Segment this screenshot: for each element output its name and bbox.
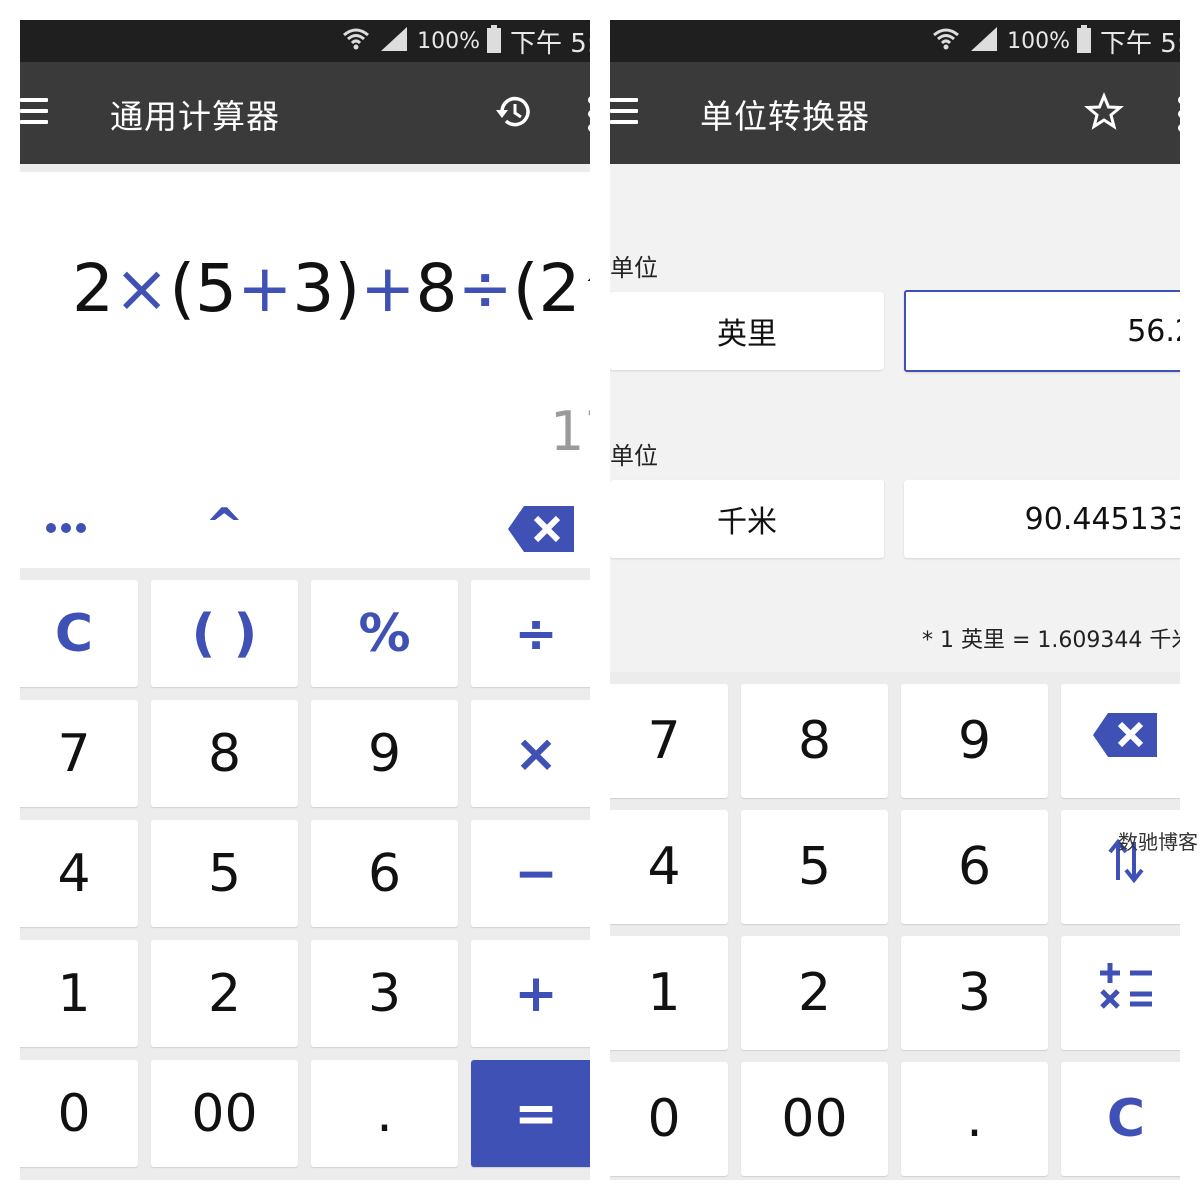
digit-4-key[interactable]: 4 bbox=[20, 820, 138, 927]
status-bar: 100% 下午 5: bbox=[20, 20, 590, 62]
app-title: 单位转换器 bbox=[700, 97, 870, 136]
digit-9-key[interactable]: 9 bbox=[901, 684, 1048, 798]
parentheses-key[interactable]: ( ) bbox=[151, 580, 298, 687]
app-toolbar: 通用计算器 bbox=[20, 62, 590, 164]
signal-icon bbox=[379, 25, 409, 57]
digit-5-key[interactable]: 5 bbox=[151, 820, 298, 927]
clock: 下午 5: bbox=[1100, 28, 1180, 59]
status-bar: 100% 下午 5: bbox=[610, 20, 1180, 62]
digit-7-key[interactable]: 7 bbox=[610, 684, 728, 798]
battery-icon bbox=[486, 25, 502, 57]
app-title: 通用计算器 bbox=[110, 97, 280, 136]
digit-8-key[interactable]: 8 bbox=[741, 684, 888, 798]
decimal-point-key[interactable]: . bbox=[311, 1060, 458, 1167]
digit-4-key[interactable]: 4 bbox=[610, 810, 728, 924]
from-unit-selector[interactable]: 英里 bbox=[610, 292, 884, 370]
to-value-output[interactable]: 90.4451332 bbox=[904, 480, 1180, 558]
minus-key[interactable]: − bbox=[471, 820, 590, 927]
result-preview: 17 bbox=[550, 400, 590, 463]
digit-6-key[interactable]: 6 bbox=[311, 820, 458, 927]
multiply-key[interactable]: × bbox=[471, 700, 590, 807]
app-toolbar: 单位转换器 bbox=[610, 62, 1180, 164]
calculator-screen: 100% 下午 5: 通用计算器 2×(5+3)+8÷(2^3) 17 ^ C(… bbox=[20, 20, 590, 1180]
wifi-icon bbox=[931, 24, 961, 58]
battery-percent: 100% bbox=[417, 28, 480, 54]
expression: 2×(5+3)+8÷(2^3) bbox=[72, 250, 590, 327]
digit-2-key[interactable]: 2 bbox=[741, 936, 888, 1050]
to-unit-selector[interactable]: 千米 bbox=[610, 480, 884, 558]
menu-icon[interactable] bbox=[20, 98, 48, 124]
signal-icon bbox=[969, 25, 999, 57]
battery-icon bbox=[1076, 25, 1092, 57]
history-icon[interactable] bbox=[494, 92, 534, 132]
from-value-input[interactable]: 56.2 bbox=[904, 290, 1180, 372]
calculator-display: 2×(5+3)+8÷(2^3) 17 bbox=[20, 164, 590, 482]
menu-icon[interactable] bbox=[610, 98, 638, 124]
calculator-mode-key[interactable] bbox=[1061, 936, 1180, 1050]
digit-6-key[interactable]: 6 bbox=[901, 810, 1048, 924]
backspace-key[interactable] bbox=[1061, 684, 1180, 798]
calculator-keypad: C( )% ÷ 7 8 9 × 4 5 6− 1 2 3 +0 00. = bbox=[20, 568, 590, 1180]
digit-2-key[interactable]: 2 bbox=[151, 940, 298, 1047]
converter-screen: 100% 下午 5: 单位转换器 单位 英里 56.2 单位 千米 90.445… bbox=[610, 20, 1180, 1180]
double-zero-key[interactable]: 00 bbox=[151, 1060, 298, 1167]
plus-key[interactable]: + bbox=[471, 940, 590, 1047]
clock: 下午 5: bbox=[510, 28, 590, 59]
double-zero-key[interactable]: 00 bbox=[741, 1062, 888, 1176]
clear-key[interactable]: C bbox=[20, 580, 138, 687]
digit-9-key[interactable]: 9 bbox=[311, 700, 458, 807]
power-button[interactable]: ^ bbox=[205, 498, 244, 552]
digit-1-key[interactable]: 1 bbox=[20, 940, 138, 1047]
digit-7-key[interactable]: 7 bbox=[20, 700, 138, 807]
arithmetic-operators-icon bbox=[1096, 959, 1156, 1028]
conversion-note: * 1 英里 = 1.609344 千米 bbox=[922, 628, 1180, 653]
digit-0-key[interactable]: 0 bbox=[610, 1062, 728, 1176]
more-options-icon[interactable] bbox=[588, 96, 590, 132]
to-unit-label: 单位 bbox=[610, 442, 658, 470]
digit-3-key[interactable]: 3 bbox=[901, 936, 1048, 1050]
from-unit-label: 单位 bbox=[610, 254, 658, 282]
digit-0-key[interactable]: 0 bbox=[20, 1060, 138, 1167]
from-value-text: 56.2 bbox=[1127, 313, 1180, 349]
backspace-icon bbox=[1093, 711, 1159, 772]
decimal-point-key[interactable]: . bbox=[901, 1062, 1048, 1176]
watermark: 数驰博客 bbox=[1118, 830, 1198, 854]
more-options-icon[interactable] bbox=[1178, 96, 1180, 132]
digit-5-key[interactable]: 5 bbox=[741, 810, 888, 924]
percent-key[interactable]: % bbox=[311, 580, 458, 687]
wifi-icon bbox=[341, 24, 371, 58]
digit-8-key[interactable]: 8 bbox=[151, 700, 298, 807]
backspace-icon[interactable] bbox=[508, 504, 576, 558]
favorite-star-icon[interactable] bbox=[1084, 92, 1124, 132]
converter-body: 单位 英里 56.2 单位 千米 90.4451332 * 1 英里 = 1.6… bbox=[610, 164, 1180, 1180]
battery-percent: 100% bbox=[1007, 28, 1070, 54]
equals-key[interactable]: = bbox=[471, 1060, 590, 1167]
clear-key[interactable]: C bbox=[1061, 1062, 1180, 1176]
function-row: ^ bbox=[20, 482, 590, 568]
converter-keypad: 7 8 9 4 5 6 1 2 3 0 00. C bbox=[610, 672, 1180, 1180]
to-value-text: 90.4451332 bbox=[1024, 501, 1180, 537]
divide-key[interactable]: ÷ bbox=[471, 580, 590, 687]
digit-3-key[interactable]: 3 bbox=[311, 940, 458, 1047]
more-functions-icon[interactable] bbox=[46, 518, 91, 537]
digit-1-key[interactable]: 1 bbox=[610, 936, 728, 1050]
